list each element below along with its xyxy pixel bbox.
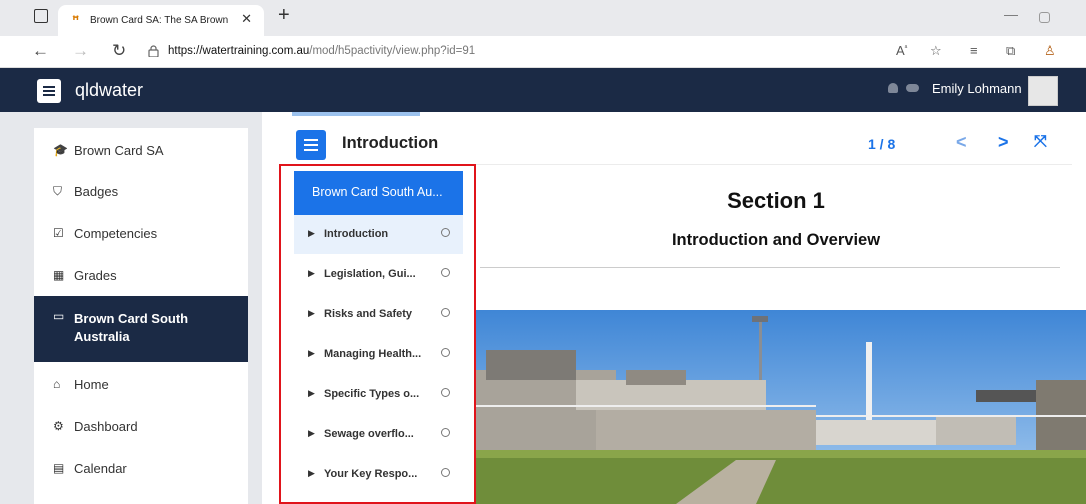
status-circle-icon: [441, 268, 450, 277]
favorites-bar-icon[interactable]: ≡: [970, 43, 978, 58]
tab-actions-icon[interactable]: [34, 9, 48, 23]
site-brand[interactable]: qldwater: [75, 80, 143, 101]
profile-icon[interactable]: ♙: [1044, 43, 1056, 59]
status-circle-icon: [441, 428, 450, 437]
book-title-button[interactable]: Brown Card South Au...: [294, 171, 463, 215]
address-bar: ← → ↻ https://watertraining.com.au/mod/h…: [0, 36, 1086, 68]
chapter-item[interactable]: ▶ Risks and Safety: [294, 295, 463, 334]
caret-right-icon: ▶: [308, 468, 315, 478]
reload-icon[interactable]: ↻: [112, 41, 126, 61]
divider: [480, 267, 1060, 268]
status-circle-icon: [441, 388, 450, 397]
chapter-navigation: Brown Card South Au... ▶ Introduction ▶ …: [294, 171, 468, 504]
treatment-plant-photo: [476, 310, 1086, 504]
maximize-icon[interactable]: [1039, 12, 1050, 23]
caret-right-icon: ▶: [308, 428, 315, 438]
new-tab-button[interactable]: +: [278, 4, 290, 27]
url-field[interactable]: https://watertraining.com.au/mod/h5pacti…: [168, 45, 475, 57]
caret-right-icon: ▶: [308, 228, 315, 238]
home-icon: ⌂: [53, 377, 61, 391]
chapter-menu-button[interactable]: [296, 130, 326, 160]
drawer-item-brown-card-south-australia[interactable]: ▭ Brown Card South Australia: [34, 296, 248, 362]
messages-icon[interactable]: [906, 84, 919, 92]
next-page-icon[interactable]: >: [998, 132, 1009, 153]
previous-page-icon[interactable]: <: [956, 132, 967, 153]
notification-bell-icon[interactable]: [888, 83, 898, 93]
chapter-content: Section 1 Introduction and Overview: [476, 170, 1086, 504]
status-circle-icon: [441, 468, 450, 477]
caret-right-icon: ▶: [308, 308, 315, 318]
section-title: Section 1: [727, 188, 825, 213]
lock-icon[interactable]: [148, 45, 159, 57]
tab-title: Brown Card SA: The SA Brown C: [90, 15, 230, 26]
tab-close-icon[interactable]: ✕: [241, 11, 252, 27]
drawer-item-dashboard[interactable]: ⚙ Dashboard: [34, 406, 248, 447]
drawer-item-competencies[interactable]: ☑ Competencies: [34, 213, 248, 254]
chapter-title: Introduction: [342, 134, 439, 152]
h5p-header: Introduction 1 / 8 < > ⤧: [280, 127, 1072, 165]
dashboard-icon: ⚙: [53, 419, 64, 433]
drawer-item-badges[interactable]: ⛉ Badges: [34, 171, 248, 212]
shield-icon: ⛉: [53, 184, 63, 198]
status-circle-icon: [441, 308, 450, 317]
drawer-item-home[interactable]: ⌂ Home: [34, 364, 248, 405]
site-favicon-icon: ꟸ: [72, 13, 80, 27]
chapter-item[interactable]: ▶ Legislation, Gui...: [294, 255, 463, 294]
browser-tab-strip: ꟸ Brown Card SA: The SA Brown C ✕ + —: [0, 0, 1086, 36]
favorite-star-icon[interactable]: ☆: [930, 43, 942, 59]
chapter-item[interactable]: ▶ Managing Health...: [294, 335, 463, 374]
calendar-icon: ▤: [53, 461, 65, 475]
drawer-item-calendar[interactable]: ▤ Calendar: [34, 448, 248, 489]
progress-indicator: [292, 112, 420, 116]
nav-drawer: 🎓 Brown Card SA ⛉ Badges ☑ Competencies …: [34, 128, 248, 504]
chapter-item[interactable]: ▶ Introduction: [294, 215, 463, 254]
status-circle-icon: [441, 348, 450, 357]
drawer-item-grades[interactable]: ▦ Grades: [34, 255, 248, 296]
read-aloud-icon[interactable]: Aᵃ: [896, 43, 907, 58]
folder-icon: ▭: [53, 309, 65, 323]
drawer-toggle-button[interactable]: [37, 79, 61, 103]
caret-right-icon: ▶: [308, 388, 315, 398]
checkbox-icon: ☑: [53, 226, 64, 240]
graduation-cap-icon: 🎓: [53, 143, 68, 157]
section-subtitle: Introduction and Overview: [671, 231, 881, 249]
collections-icon[interactable]: ⧉: [1006, 43, 1015, 59]
caret-right-icon: ▶: [308, 268, 315, 278]
page-counter: 1 / 8: [868, 136, 896, 152]
back-icon[interactable]: ←: [32, 41, 49, 61]
status-circle-icon: [441, 228, 450, 237]
chapter-item[interactable]: ▶ Specific Types o...: [294, 375, 463, 414]
fullscreen-icon[interactable]: ⤧: [1034, 133, 1047, 151]
minimize-icon[interactable]: —: [1004, 6, 1018, 22]
avatar[interactable]: [1028, 76, 1058, 106]
chapter-item[interactable]: ▶ Your Key Respo...: [294, 455, 463, 494]
site-navbar: qldwater Emily Lohmann: [0, 68, 1086, 112]
forward-icon[interactable]: →: [72, 41, 89, 61]
drawer-item-brown-card-sa[interactable]: 🎓 Brown Card SA: [34, 130, 248, 171]
browser-tab[interactable]: ꟸ Brown Card SA: The SA Brown C ✕: [58, 5, 264, 36]
table-icon: ▦: [53, 268, 65, 282]
user-name[interactable]: Emily Lohmann: [932, 81, 1022, 96]
caret-right-icon: ▶: [308, 348, 315, 358]
chapter-item[interactable]: ▶ Sewage overflo...: [294, 415, 463, 454]
